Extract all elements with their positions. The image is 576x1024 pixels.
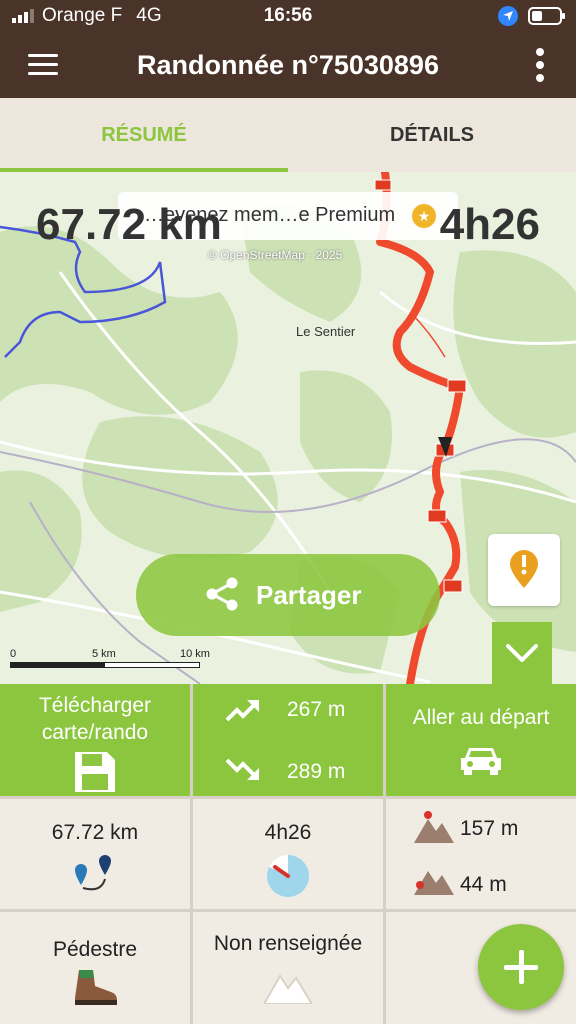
scale-label-10: 10 km [180, 648, 210, 660]
clock-icon [267, 855, 309, 897]
share-label: Partager [256, 580, 362, 610]
min-altitude-icon [414, 871, 454, 895]
download-label: Télécharger carte/rando [38, 694, 152, 744]
max-altitude-icon [414, 811, 454, 843]
difficulty-value: Non renseignée [213, 932, 363, 955]
min-altitude-value: 44 m [460, 873, 507, 896]
activity-value: Pédestre [52, 938, 138, 961]
download-button[interactable]: Télécharger carte/rando [0, 684, 190, 796]
premium-star-icon: ★ [412, 204, 436, 228]
max-altitude-value: 157 m [460, 817, 519, 840]
hiking-boot-icon [75, 970, 117, 1005]
elevation-cell: 267 m 289 m [193, 684, 383, 796]
map-attribution: © OpenStreetMap · 2025 [208, 248, 343, 262]
add-button[interactable] [478, 924, 564, 1010]
location-arrow-icon [498, 6, 518, 26]
go-to-start-label: Aller au départ [412, 706, 550, 729]
duration-value: 4h26 [264, 821, 312, 844]
town-label: Le Sentier [296, 324, 356, 339]
altitude-cell: 157 m 44 m [386, 799, 576, 909]
scale-bar [10, 662, 200, 668]
battery-icon [528, 7, 565, 25]
route-map[interactable]: …evenez mem…e Premium ★ 67.72 km 4h26 © … [0, 172, 576, 684]
tab-details[interactable]: DÉTAILS [288, 98, 576, 172]
difficulty-cell: Non renseignée [193, 912, 383, 1024]
activity-cell: Pédestre [0, 912, 190, 1024]
report-problem-button[interactable] [488, 534, 560, 606]
share-button[interactable]: Partager [136, 554, 440, 636]
tab-resume[interactable]: RÉSUMÉ [0, 98, 288, 172]
map-distance: 67.72 km [36, 200, 222, 249]
distance-value: 67.72 km [51, 821, 139, 844]
floppy-disk-icon [75, 752, 115, 792]
distance-cell: 67.72 km [0, 799, 190, 909]
warning-pin-icon [510, 550, 538, 588]
mountain-icon [262, 974, 314, 1005]
page-title: Randonnée n°75030896 [137, 50, 439, 80]
scale-label-0: 0 [10, 648, 17, 660]
go-to-start-button[interactable]: Aller au départ [386, 684, 576, 796]
chevron-down-icon [506, 644, 538, 662]
car-icon [461, 748, 501, 775]
map-duration: 4h26 [439, 200, 540, 249]
descent-icon [225, 758, 259, 780]
route-pins-icon [75, 855, 111, 891]
more-vertical-icon[interactable] [534, 48, 546, 84]
tab-bar: RÉSUMÉ DÉTAILS [0, 98, 576, 172]
collapse-map-button[interactable] [492, 622, 552, 684]
scale-label-5: 5 km [92, 648, 116, 660]
app-header: Randonnée n°75030896 [0, 34, 576, 98]
ascent-value: 267 m [287, 698, 346, 721]
duration-cell: 4h26 [193, 799, 383, 909]
share-icon [206, 577, 238, 611]
descent-value: 289 m [287, 760, 346, 783]
status-bar: Orange F 4G 16:56 [0, 0, 576, 34]
clock: 16:56 [263, 5, 313, 26]
map-scale: 0 5 km 10 km [10, 648, 220, 668]
ascent-icon [225, 700, 259, 722]
